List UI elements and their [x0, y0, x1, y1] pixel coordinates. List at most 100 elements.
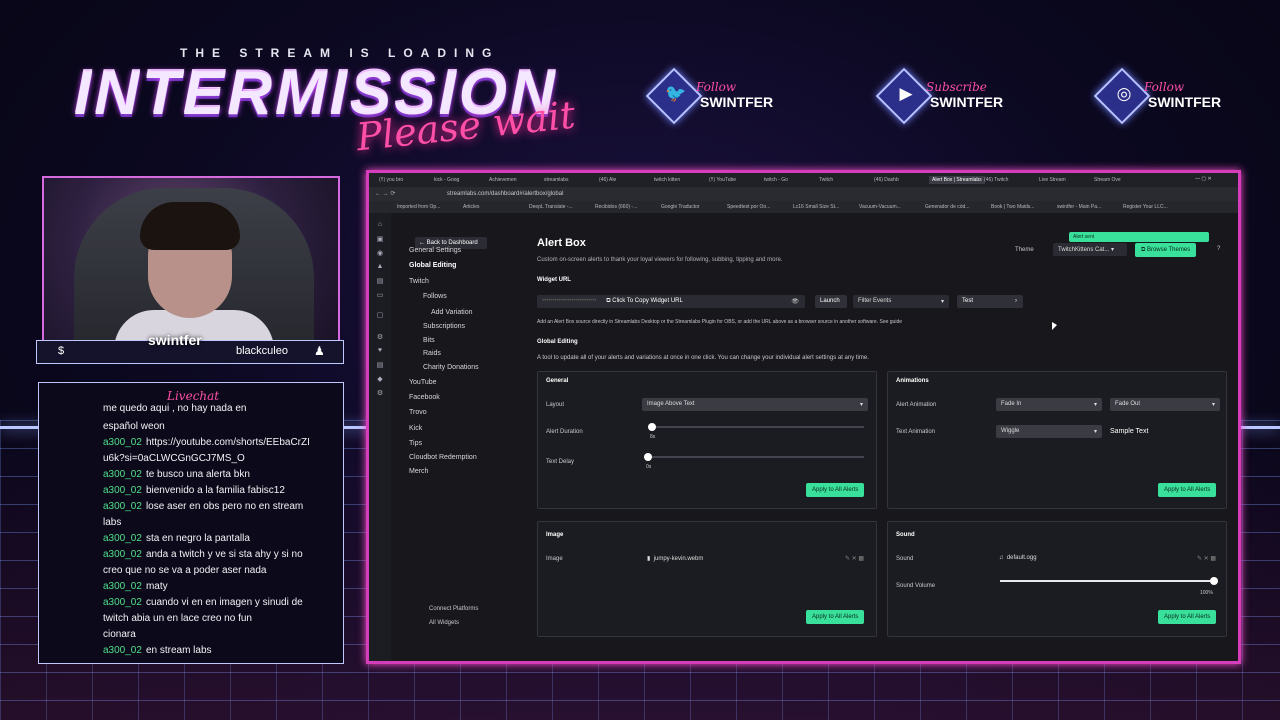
text-delay-slider[interactable] — [644, 453, 864, 461]
file-icon: ▮ — [647, 556, 651, 562]
alert-duration-slider[interactable] — [648, 423, 864, 431]
animations-card: Animations Alert Animation Fade In ▾ Fade… — [887, 371, 1227, 509]
browser-tab[interactable]: twitch - Go — [764, 177, 788, 183]
bookmark-item[interactable]: Google Traductor — [661, 204, 700, 210]
image-file-field[interactable]: ▮ jumpy-kevin.webm ✎ ✕ ▦ — [642, 552, 868, 565]
filter-events-select[interactable]: Filter Events ▾ — [853, 295, 949, 308]
chat-message: Ka300_02maty — [45, 579, 341, 595]
browser-tab[interactable]: (46) Twitch — [984, 177, 1008, 183]
chat-icon[interactable]: ▢ — [376, 311, 384, 319]
latest-viewer: blackculeo — [236, 345, 288, 357]
tag-icon[interactable]: ◆ — [376, 375, 384, 383]
all-widgets-link[interactable]: All Widgets — [429, 620, 459, 626]
record-icon[interactable]: ◉ — [376, 249, 384, 257]
bookmark-item[interactable]: Articles — [463, 204, 479, 210]
bookmark-item[interactable]: Vacuum-Vacuum... — [859, 204, 901, 210]
address-bar[interactable]: ← → ⟳ streamlabs.com/dashboard#/alertbox… — [369, 187, 1238, 201]
alert-out-select[interactable]: Fade Out ▾ — [1110, 398, 1220, 411]
global-editing-title: Global Editing — [537, 339, 578, 345]
nav-item[interactable]: Bits — [423, 337, 435, 344]
apply-general-button[interactable]: Apply to All Alerts — [806, 483, 865, 497]
browser-tabs: — ▢ ✕ (!!) you bro kick - Goog Achievemen s… — [369, 173, 1238, 187]
sound-file-field[interactable]: ♫ default.ogg ✎ ✕ ▦ — [994, 552, 1220, 565]
social-youtube: ▶ Subscribe SWINTFER — [875, 67, 1034, 125]
nav-item[interactable]: Add Variation — [431, 309, 473, 316]
bookmark-item[interactable]: Lc16 Small Size St... — [793, 204, 839, 210]
bookmark-item[interactable]: Register Your LLC... — [1123, 204, 1168, 210]
chat-text: labs — [103, 517, 122, 528]
nav-item[interactable]: Raids — [423, 350, 441, 357]
chat-message: Ka300_02en stream labs — [45, 643, 341, 659]
theme-select[interactable]: TwitchKittens Cat... ▾ — [1053, 243, 1127, 256]
browser-tab[interactable]: Achievemen — [489, 177, 517, 183]
browser-tab[interactable]: kick - Goog — [434, 177, 459, 183]
help-icon[interactable]: ? — [1217, 246, 1220, 252]
browser-tab[interactable]: Alert Box | Streamlabs — [929, 176, 985, 184]
flag-icon[interactable]: ▲ — [376, 263, 384, 271]
tv-icon[interactable]: ▭ — [376, 291, 384, 299]
browser-tab[interactable]: Twitch — [819, 177, 833, 183]
chat-text: bienvenido a la familia fabisc12 — [145, 485, 285, 496]
chat-username: a300_02 — [103, 533, 142, 544]
window-controls[interactable]: — ▢ ✕ — [1195, 176, 1212, 182]
store-icon[interactable]: ▤ — [376, 361, 384, 369]
browser-tab[interactable]: twitch kitten — [654, 177, 680, 183]
apply-image-button[interactable]: Apply to All Alerts — [806, 610, 865, 624]
gear-icon[interactable]: ⚙ — [376, 389, 384, 397]
bookmark-item[interactable]: Recibidos (660) -... — [595, 204, 637, 210]
chart-icon[interactable]: ▤ — [376, 277, 384, 285]
bookmark-item[interactable]: DeepL Translate -... — [529, 204, 573, 210]
widget-url-field[interactable]: •••••••••••••••••••••••••• ⧉ Click To Co… — [537, 295, 805, 308]
bookmark-item[interactable]: Book | Two Maids... — [991, 204, 1034, 210]
nav-item[interactable]: Kick — [409, 425, 422, 432]
heart-icon[interactable]: ♥ — [376, 347, 384, 355]
back-icon[interactable]: ← → ⟳ — [375, 190, 395, 197]
browser-tab[interactable]: Stream Ove — [1094, 177, 1121, 183]
nav-item[interactable]: Trovo — [409, 409, 427, 416]
bookmark-item[interactable]: Generador de cód... — [925, 204, 969, 210]
nav-item[interactable]: Charity Donations — [423, 364, 479, 371]
launch-button[interactable]: Launch — [815, 295, 847, 308]
live-chat: Livechat me quedo aqui , no hay nada en e… — [38, 382, 344, 664]
nav-item[interactable]: Follows — [423, 293, 447, 300]
browser-tab[interactable]: (46) Ale — [599, 177, 616, 183]
nav-item[interactable]: General Settings — [409, 247, 461, 254]
browse-themes-button[interactable]: ⧉ Browse Themes — [1135, 243, 1197, 257]
bookmark-item[interactable]: swintfer - Main Pa... — [1057, 204, 1101, 210]
layout-select[interactable]: Image Above Text ▾ — [642, 398, 868, 411]
connect-platforms-link[interactable]: Connect Platforms — [429, 606, 478, 612]
page-title: Alert Box — [537, 237, 586, 249]
stream-overlay: THE STREAM IS LOADING INTERMISSION Pleas… — [0, 0, 1280, 720]
browser-tab[interactable]: streamlabs — [544, 177, 568, 183]
browser-tab[interactable]: (46) Dashb — [874, 177, 899, 183]
nav-item[interactable]: Cloudbot Redemption — [409, 454, 477, 461]
streamer-name: swintfer — [148, 332, 202, 348]
sound-volume-slider[interactable] — [1000, 577, 1218, 585]
url-text[interactable]: streamlabs.com/dashboard#/alertbox/globa… — [447, 191, 563, 197]
bookmark-item[interactable]: Imported from Op... — [397, 204, 440, 210]
apply-animations-button[interactable]: Apply to All Alerts — [1158, 483, 1217, 497]
widgets-icon[interactable]: ▣ — [376, 235, 384, 243]
chat-text: twitch abia un en lace creo no fun — [103, 613, 252, 624]
sample-text: Sample Text — [1110, 428, 1149, 435]
bookmark-item[interactable]: Speedtest por Oo... — [727, 204, 770, 210]
nav-item[interactable]: Subscriptions — [423, 323, 465, 330]
test-button[interactable]: Test › — [957, 295, 1023, 308]
nav-item[interactable]: Merch — [409, 468, 428, 475]
browser-tab[interactable]: (!!) you bro — [379, 177, 403, 183]
nav-item[interactable]: Tips — [409, 440, 422, 447]
page-description: Custom on-screen alerts to thank your lo… — [537, 257, 783, 263]
text-animation-select[interactable]: Wiggle ▾ — [996, 425, 1102, 438]
settings-icon[interactable]: ⚙ — [376, 333, 384, 341]
alert-in-select[interactable]: Fade In ▾ — [996, 398, 1102, 411]
nav-item[interactable]: YouTube — [409, 379, 437, 386]
browser-tab[interactable]: (!!) YouTube — [709, 177, 736, 183]
chat-message: Ka300_02sta en negro la pantalla — [45, 531, 341, 547]
apply-sound-button[interactable]: Apply to All Alerts — [1158, 610, 1217, 624]
home-icon[interactable]: ⌂ — [376, 221, 384, 229]
browser-tab[interactable]: Live Stream — [1039, 177, 1066, 183]
dollar-icon: $ — [58, 345, 65, 357]
nav-item[interactable]: Facebook — [409, 394, 440, 401]
nav-item[interactable]: Global Editing — [409, 262, 456, 269]
nav-item[interactable]: Twitch — [409, 278, 429, 285]
